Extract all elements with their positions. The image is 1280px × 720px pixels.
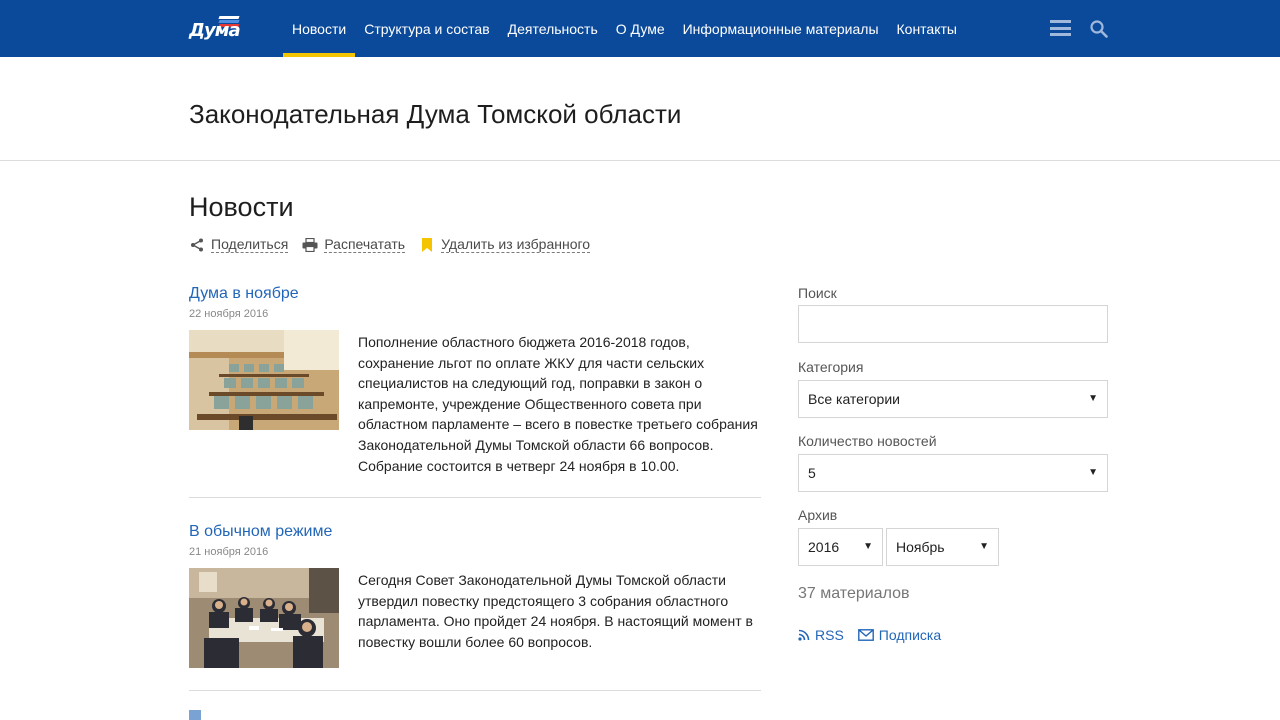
- category-value: Все категории: [808, 391, 900, 407]
- search-input[interactable]: [798, 305, 1108, 343]
- news-photo-meeting[interactable]: [189, 568, 339, 668]
- page-title: Новости: [189, 192, 294, 222]
- news-date: 22 ноября 2016: [189, 308, 269, 320]
- nav-item-news[interactable]: Новости: [283, 0, 356, 57]
- subscribe-label: Подписка: [878, 627, 942, 643]
- nav-item-structure[interactable]: Структура и состав: [355, 0, 498, 57]
- share-button[interactable]: Поделиться: [189, 236, 289, 253]
- remove-favorite-button[interactable]: Удалить из избранного: [419, 236, 591, 253]
- main-nav: Новости Структура и состав Деятельность …: [283, 0, 966, 57]
- menu-icon[interactable]: [1050, 20, 1071, 36]
- news-separator: [189, 497, 761, 498]
- news-photo-hall[interactable]: [189, 330, 339, 430]
- news-separator: [189, 690, 761, 691]
- bookmark-icon: [419, 237, 435, 253]
- logo-text: Дума: [189, 20, 241, 41]
- page-actions: Поделиться Распечатать Удалить из избран…: [189, 236, 604, 253]
- top-navbar: Дума Новости Структура и состав Деятельн…: [0, 0, 1280, 57]
- news-excerpt: Пополнение областного бюджета 2016-2018 …: [358, 334, 758, 474]
- news-date: 21 ноября 2016: [189, 546, 269, 558]
- archive-month-value: Ноябрь: [896, 539, 945, 555]
- chevron-down-icon: ▼: [979, 541, 989, 552]
- materials-count: 37 материалов: [798, 585, 910, 602]
- printer-icon: [302, 237, 318, 253]
- nav-item-activity[interactable]: Деятельность: [499, 0, 607, 57]
- news-count-select[interactable]: 5 ▼: [798, 454, 1108, 492]
- duma-logo[interactable]: Дума: [189, 16, 249, 42]
- search-label: Поиск: [798, 285, 837, 301]
- archive-month-select[interactable]: Ноябрь ▼: [886, 528, 999, 566]
- search-icon[interactable]: [1090, 20, 1108, 38]
- org-title: Законодательная Дума Томской области: [189, 99, 682, 129]
- news-title-link[interactable]: Дума в ноябре: [189, 285, 761, 303]
- news-count-value: 5: [808, 465, 816, 481]
- news-body: Сегодня Совет Законодательной Думы Томск…: [189, 568, 761, 668]
- news-body: Пополнение областного бюджета 2016-2018 …: [189, 330, 761, 476]
- next-news-title-peek: [189, 710, 201, 720]
- feed-links: RSS Подписка: [798, 627, 955, 643]
- category-label: Категория: [798, 359, 864, 375]
- print-button[interactable]: Распечатать: [302, 236, 406, 253]
- nav-item-about[interactable]: О Думе: [607, 0, 674, 57]
- rss-label: RSS: [815, 627, 844, 643]
- header-divider: [0, 160, 1280, 161]
- chevron-down-icon: ▼: [1088, 393, 1098, 404]
- nav-item-contacts[interactable]: Контакты: [888, 0, 966, 57]
- rss-icon: [798, 629, 810, 641]
- rss-link[interactable]: RSS: [798, 627, 844, 643]
- chevron-down-icon: ▼: [1088, 467, 1098, 478]
- print-label: Распечатать: [324, 236, 406, 253]
- nav-item-info-materials[interactable]: Информационные материалы: [674, 0, 888, 57]
- archive-year-value: 2016: [808, 539, 840, 555]
- archive-label: Архив: [798, 507, 838, 523]
- chevron-down-icon: ▼: [863, 541, 873, 552]
- share-icon: [189, 237, 205, 253]
- news-item: В обычном режиме 21 ноября 2016 Сегодня …: [189, 523, 761, 668]
- news-count-label: Количество новостей: [798, 433, 937, 449]
- share-label: Поделиться: [211, 236, 289, 253]
- remove-favorite-label: Удалить из избранного: [441, 236, 591, 253]
- news-item: Дума в ноябре 22 ноября 2016 Пополнение …: [189, 285, 761, 476]
- subscribe-link[interactable]: Подписка: [857, 627, 942, 643]
- archive-year-select[interactable]: 2016 ▼: [798, 528, 883, 566]
- news-excerpt: Сегодня Совет Законодательной Думы Томск…: [358, 572, 753, 650]
- envelope-icon: [857, 629, 874, 641]
- news-title-link[interactable]: В обычном режиме: [189, 523, 761, 541]
- category-select[interactable]: Все категории ▼: [798, 380, 1108, 418]
